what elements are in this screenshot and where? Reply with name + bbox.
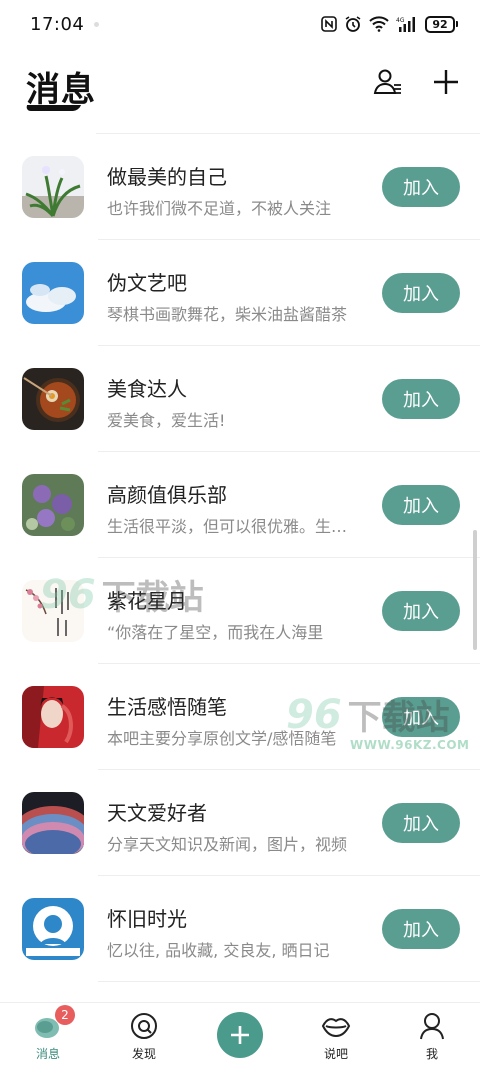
group-avatar [22,368,84,430]
group-desc: 忆以往, 品收藏, 交良友, 晒日记 [107,941,330,960]
group-desc: 本吧主要分享原创文学/感悟随笔 [107,729,337,748]
join-button[interactable]: 加入 [382,591,460,631]
discover-icon [129,1011,159,1041]
join-button[interactable]: 加入 [382,697,460,737]
group-desc: 分享天文知识及新闻，图片，视频 [107,835,348,854]
user-icon [417,1011,447,1041]
status-bar: 17:04 4G 92 [0,0,480,48]
group-desc: “你落在了星空，而我在人海里 [107,623,324,642]
contacts-button[interactable] [370,64,406,100]
group-avatar [22,262,84,324]
group-name: 美食达人 [107,377,187,401]
create-post-button[interactable] [217,1012,263,1058]
join-button[interactable]: 加入 [382,909,460,949]
join-button[interactable]: 加入 [382,485,460,525]
watermark-url: WWW.96KZ.COM [350,738,470,752]
group-avatar [22,898,84,960]
nav-label: 发现 [131,1047,156,1061]
group-name: 伪文艺吧 [107,271,187,295]
alarm-icon [345,16,361,32]
notification-dot-icon [94,21,100,27]
group-name: 怀旧时光 [107,907,187,931]
plus-icon [231,1026,249,1044]
group-avatar [22,474,84,536]
status-time: 17:04 [30,13,85,35]
plus-icon [434,70,458,94]
list-item[interactable]: 紫花星月 “你落在了星空，而我在人海里 加入 [0,558,480,664]
group-name: 高颜值俱乐部 [107,483,227,507]
wifi-icon [369,16,389,32]
nfc-icon [321,16,337,32]
nav-me[interactable]: 我 [392,1011,472,1062]
contacts-icon [373,69,401,94]
nav-messages[interactable]: 2 消息 [8,1005,88,1062]
group-name: 做最美的自己 [107,165,227,189]
join-button[interactable]: 加入 [382,379,460,419]
group-desc: 生活很平淡，但可以很优雅。生活很平淡 [107,517,352,536]
group-list: 做最美的自己 也许我们微不足道，不被人关注 加入 伪文艺吧 琴棋书画歌舞花，柴米… [0,134,480,982]
add-button[interactable] [428,64,464,100]
page-title: 消息 [26,70,96,110]
list-item[interactable]: 高颜值俱乐部 生活很平淡，但可以很优雅。生活很平淡 加入 [0,452,480,558]
list-item[interactable]: 怀旧时光 忆以往, 品收藏, 交良友, 晒日记 加入 [0,876,480,982]
nav-label: 消息 [35,1047,60,1061]
list-item[interactable]: 天文爱好者 分享天文知识及新闻，图片，视频 加入 [0,770,480,876]
list-item[interactable]: 生活感悟随笔 本吧主要分享原创文学/感悟随笔 加入 [0,664,480,770]
status-icons: 4G 92 [321,15,458,33]
signal-icon: 4G [396,17,415,32]
lips-icon [321,1011,351,1041]
group-avatar [22,792,84,854]
group-name: 天文爱好者 [107,801,207,825]
group-desc: 爱美食，爱生活! [107,411,226,430]
svg-text:4G: 4G [396,17,405,24]
join-button[interactable]: 加入 [382,167,460,207]
unread-badge: 2 [55,1005,75,1025]
list-item[interactable]: 美食达人 爱美食，爱生活! 加入 [0,346,480,452]
join-button[interactable]: 加入 [382,273,460,313]
battery-icon: 92 [425,15,458,33]
group-avatar [22,580,84,642]
group-desc: 琴棋书画歌舞花，柴米油盐酱醋茶 [107,305,348,324]
list-item[interactable]: 做最美的自己 也许我们微不足道，不被人关注 加入 [0,134,480,240]
header: 消息 [0,48,480,134]
title-underline [24,105,82,111]
group-desc: 也许我们微不足道，不被人关注 [107,199,332,218]
list-item[interactable]: 伪文艺吧 琴棋书画歌舞花，柴米油盐酱醋茶 加入 [0,240,480,346]
join-button[interactable]: 加入 [382,803,460,843]
nav-label: 说吧 [323,1047,348,1061]
group-name: 生活感悟随笔 [107,695,227,719]
bottom-nav: 2 消息 发现 说吧 我 [0,1002,480,1068]
nav-discover[interactable]: 发现 [104,1011,184,1062]
group-name: 紫花星月 [107,589,187,613]
battery-level: 92 [432,17,448,31]
group-avatar [22,156,84,218]
nav-talk[interactable]: 说吧 [296,1011,376,1062]
group-avatar [22,686,84,748]
messages-icon: 2 [33,1005,75,1041]
scrollbar[interactable] [473,530,477,650]
nav-label: 我 [425,1047,438,1061]
